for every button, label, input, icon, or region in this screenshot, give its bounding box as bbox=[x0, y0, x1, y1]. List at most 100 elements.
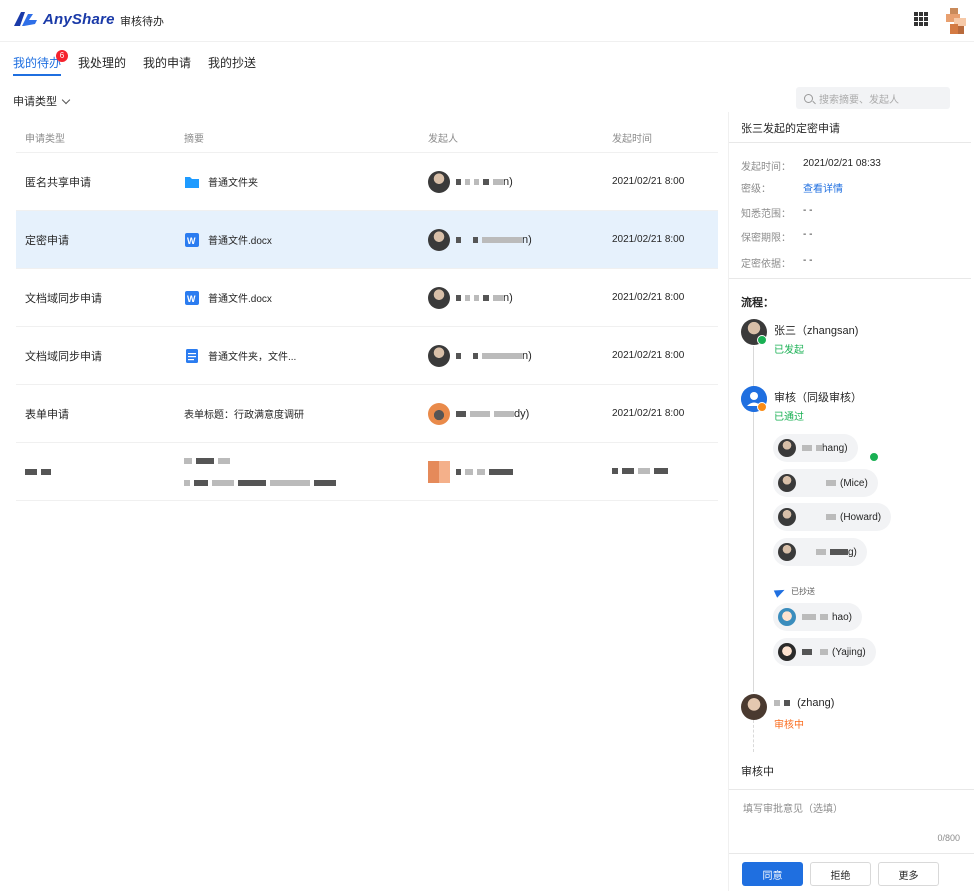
row-initiator: n) bbox=[522, 233, 532, 246]
tab-my-processed[interactable]: 我处理的 bbox=[78, 54, 126, 76]
table-row[interactable]: 文档域同步申请 W 普通文件.docx n) 2021/02/21 8:00 bbox=[16, 269, 718, 327]
node-name: 审核（同级审核） bbox=[774, 392, 862, 404]
row-type-masked bbox=[16, 466, 176, 478]
reviewer-chip[interactable]: (Howard) bbox=[773, 503, 892, 531]
comment-char-count: 0/800 bbox=[937, 833, 960, 843]
check-icon bbox=[757, 335, 767, 345]
reviewer-name: (Mice) bbox=[840, 477, 868, 489]
cc-name: hao) bbox=[832, 611, 853, 623]
detail-title: 张三发起的定密申请 bbox=[741, 123, 840, 135]
divider bbox=[729, 278, 971, 279]
divider bbox=[729, 142, 971, 143]
row-time-masked bbox=[606, 466, 718, 477]
row-time: 2021/02/21 8:00 bbox=[612, 292, 685, 303]
svg-text:W: W bbox=[187, 236, 196, 246]
page-title: 审核待办 bbox=[120, 16, 164, 28]
app-logo[interactable]: AnyShare bbox=[13, 10, 115, 28]
applications-table: 申请类型 摘要 发起人 发起时间 匿名共享申请 普通文件夹 n) 2021/02… bbox=[16, 123, 718, 501]
avatar bbox=[778, 474, 796, 492]
detail-panel: 张三发起的定密申请 发起时间： 2021/02/21 08:33 密级： 查看详… bbox=[728, 112, 974, 891]
flow-line-pending bbox=[753, 720, 754, 752]
row-type: 文档域同步申请 bbox=[25, 292, 102, 305]
view-details-link[interactable]: 查看详情 bbox=[803, 180, 843, 195]
avatar bbox=[778, 543, 796, 561]
row-initiator: dy) bbox=[514, 407, 530, 420]
brand-name: AnyShare bbox=[43, 10, 115, 28]
reviewer-name: (Howard) bbox=[840, 511, 882, 523]
comment-textarea[interactable]: 填写审批意见（选填） 0/800 bbox=[729, 789, 974, 854]
row-summary: 普通文件夹 bbox=[208, 178, 258, 189]
row-summary: 表单标题：行政满意度调研 bbox=[184, 410, 304, 421]
table-row[interactable] bbox=[16, 443, 718, 501]
node-status: 已通过 bbox=[774, 412, 804, 423]
row-initiator: n) bbox=[503, 175, 513, 188]
chevron-down-icon bbox=[61, 95, 71, 104]
meta-label-scope: 知悉范围： bbox=[741, 209, 791, 220]
current-reviewer-name: (zhang) bbox=[797, 697, 835, 709]
cc-chip[interactable]: (Yajing) bbox=[773, 638, 876, 666]
row-initiator: n) bbox=[503, 291, 513, 304]
tab-my-applications[interactable]: 我的申请 bbox=[143, 54, 191, 76]
svg-text:W: W bbox=[187, 294, 196, 304]
more-button[interactable]: 更多 bbox=[878, 862, 939, 886]
todo-count-badge: 6 bbox=[56, 50, 68, 62]
meta-value-time: 2021/02/21 08:33 bbox=[803, 158, 881, 169]
reviewing-label: 审核中 bbox=[741, 766, 774, 778]
avatar bbox=[428, 286, 450, 309]
search-icon bbox=[804, 93, 813, 103]
reviewer-name: g) bbox=[848, 546, 857, 558]
avatar bbox=[428, 402, 450, 425]
folder-icon bbox=[185, 176, 199, 188]
row-type: 匿名共享申请 bbox=[25, 176, 91, 189]
column-header-initiator: 发起人 bbox=[428, 134, 458, 145]
avatar bbox=[428, 344, 450, 367]
top-bar: AnyShare 审核待办 bbox=[0, 0, 974, 42]
word-doc-icon: W bbox=[185, 290, 199, 305]
search-input[interactable]: 搜索摘要、发起人 bbox=[796, 87, 950, 109]
cc-name: (Yajing) bbox=[832, 646, 866, 658]
column-header-summary: 摘要 bbox=[184, 134, 204, 145]
row-summary: 普通文件.docx bbox=[208, 294, 272, 305]
table-row[interactable]: 定密申请 W 普通文件.docx n) 2021/02/21 8:00 bbox=[16, 211, 718, 269]
reject-button[interactable]: 拒绝 bbox=[810, 862, 871, 886]
table-row[interactable]: 文档域同步申请 普通文件夹，文件... n) 2021/02/21 8:00 bbox=[16, 327, 718, 385]
multi-file-icon bbox=[186, 348, 198, 363]
avatar bbox=[778, 608, 796, 626]
reviewer-chip[interactable]: g) bbox=[773, 538, 867, 566]
application-type-filter[interactable]: 申请类型 bbox=[13, 93, 71, 109]
meta-label-basis: 定密依据： bbox=[741, 259, 791, 270]
avatar bbox=[428, 170, 450, 193]
row-time: 2021/02/21 8:00 bbox=[612, 176, 685, 187]
reviewer-chip[interactable]: hang) bbox=[773, 434, 879, 462]
row-initiator-masked bbox=[420, 460, 606, 483]
table-header: 申请类型 摘要 发起人 发起时间 bbox=[16, 123, 718, 153]
meta-value-period: - - bbox=[803, 229, 813, 240]
cc-chip[interactable]: hao) bbox=[773, 603, 863, 631]
meta-value-basis: - - bbox=[803, 255, 813, 266]
row-type: 定密申请 bbox=[25, 234, 69, 247]
row-time: 2021/02/21 8:00 bbox=[612, 350, 685, 361]
row-type: 表单申请 bbox=[25, 408, 69, 421]
table-row[interactable]: 匿名共享申请 普通文件夹 n) 2021/02/21 8:00 bbox=[16, 153, 718, 211]
node-name: 张三（zhangsan) bbox=[774, 325, 859, 337]
column-header-time: 发起时间 bbox=[612, 134, 652, 145]
avatar bbox=[778, 508, 796, 526]
app-grid-icon[interactable] bbox=[914, 12, 928, 26]
meta-label-level: 密级： bbox=[741, 184, 771, 195]
meta-label-time: 发起时间： bbox=[741, 162, 791, 173]
tab-my-cc[interactable]: 我的抄送 bbox=[208, 54, 256, 76]
flow-label: 流程： bbox=[741, 297, 774, 309]
column-header-type: 申请类型 bbox=[25, 134, 65, 145]
table-row[interactable]: 表单申请 表单标题：行政满意度调研 dy) 2021/02/21 8:00 bbox=[16, 385, 718, 443]
user-avatar[interactable] bbox=[946, 8, 966, 34]
approve-button[interactable]: 同意 bbox=[742, 862, 803, 886]
comment-placeholder: 填写审批意见（选填） bbox=[743, 804, 843, 815]
tab-label: 我的待办 bbox=[13, 56, 62, 70]
reviewer-chip[interactable]: (Mice) bbox=[773, 469, 878, 497]
row-summary: 普通文件夹，文件... bbox=[208, 352, 297, 363]
cc-label-text: 已抄送 bbox=[791, 587, 815, 596]
check-icon bbox=[869, 452, 879, 462]
meta-value-scope: - - bbox=[803, 205, 813, 216]
tab-my-todo[interactable]: 我的待办 6 bbox=[13, 50, 68, 76]
avatar bbox=[778, 643, 796, 661]
